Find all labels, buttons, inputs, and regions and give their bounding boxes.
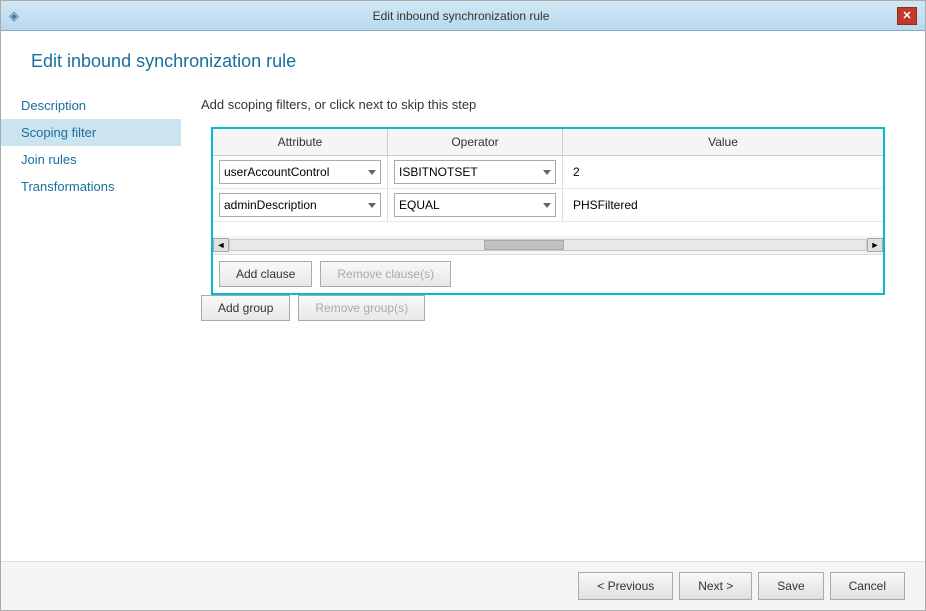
page-title: Edit inbound synchronization rule — [31, 51, 895, 72]
remove-clause-button[interactable]: Remove clause(s) — [320, 261, 451, 287]
row1-operator-cell: ISBITNOTSET — [388, 156, 563, 188]
col-header-attribute: Attribute — [213, 129, 388, 155]
row2-attribute-cell: adminDescription — [213, 189, 388, 221]
remove-group-button[interactable]: Remove group(s) — [298, 295, 425, 321]
sidebar-item-scoping-filter[interactable]: Scoping filter — [1, 119, 181, 146]
table-header: Attribute Operator Value — [213, 129, 883, 156]
row1-attribute-select[interactable]: userAccountControl — [219, 160, 381, 184]
group-buttons-row: Add group Remove group(s) — [201, 295, 895, 331]
window-icon: ◈ — [9, 8, 25, 24]
table-row: adminDescription EQUAL — [213, 189, 883, 222]
window-body: Edit inbound synchronization rule Descri… — [1, 31, 925, 610]
row1-operator-select[interactable]: ISBITNOTSET — [394, 160, 556, 184]
close-button[interactable]: ✕ — [897, 7, 917, 25]
step-description: Add scoping filters, or click next to sk… — [201, 97, 895, 112]
row2-value-input[interactable] — [569, 193, 877, 217]
table-row: userAccountControl ISBITNOTSET — [213, 156, 883, 189]
row2-attribute-select[interactable]: adminDescription — [219, 193, 381, 217]
scroll-track[interactable] — [229, 239, 867, 251]
filter-table-container: Attribute Operator Value userAccountCont… — [211, 127, 885, 295]
title-bar: ◈ Edit inbound synchronization rule ✕ — [1, 1, 925, 31]
row2-value-cell — [563, 189, 883, 221]
next-button[interactable]: Next > — [679, 572, 752, 600]
sidebar-item-description[interactable]: Description — [1, 92, 181, 119]
clause-buttons-row: Add clause Remove clause(s) — [213, 255, 883, 293]
page-header: Edit inbound synchronization rule — [1, 31, 925, 82]
row1-value-input[interactable] — [569, 160, 877, 184]
add-group-button[interactable]: Add group — [201, 295, 290, 321]
col-header-value: Value — [563, 129, 883, 155]
scroll-left-button[interactable]: ◄ — [213, 238, 229, 252]
scrollbar-row: ◄ ► — [213, 236, 883, 255]
row2-operator-select[interactable]: EQUAL — [394, 193, 556, 217]
content-area: Description Scoping filter Join rules Tr… — [1, 82, 925, 561]
sidebar-item-transformations[interactable]: Transformations — [1, 173, 181, 200]
add-clause-button[interactable]: Add clause — [219, 261, 312, 287]
footer: < Previous Next > Save Cancel — [1, 561, 925, 610]
scroll-right-button[interactable]: ► — [867, 238, 883, 252]
sidebar: Description Scoping filter Join rules Tr… — [1, 82, 181, 561]
row1-attribute-cell: userAccountControl — [213, 156, 388, 188]
cancel-button[interactable]: Cancel — [830, 572, 905, 600]
title-bar-text: Edit inbound synchronization rule — [25, 9, 897, 23]
sidebar-item-join-rules[interactable]: Join rules — [1, 146, 181, 173]
main-window: ◈ Edit inbound synchronization rule ✕ Ed… — [0, 0, 926, 611]
col-header-operator: Operator — [388, 129, 563, 155]
main-content: Add scoping filters, or click next to sk… — [181, 82, 925, 561]
row1-value-cell — [563, 156, 883, 188]
table-body: userAccountControl ISBITNOTSET — [213, 156, 883, 236]
scroll-thumb — [484, 240, 564, 250]
save-button[interactable]: Save — [758, 572, 823, 600]
previous-button[interactable]: < Previous — [578, 572, 673, 600]
row2-operator-cell: EQUAL — [388, 189, 563, 221]
